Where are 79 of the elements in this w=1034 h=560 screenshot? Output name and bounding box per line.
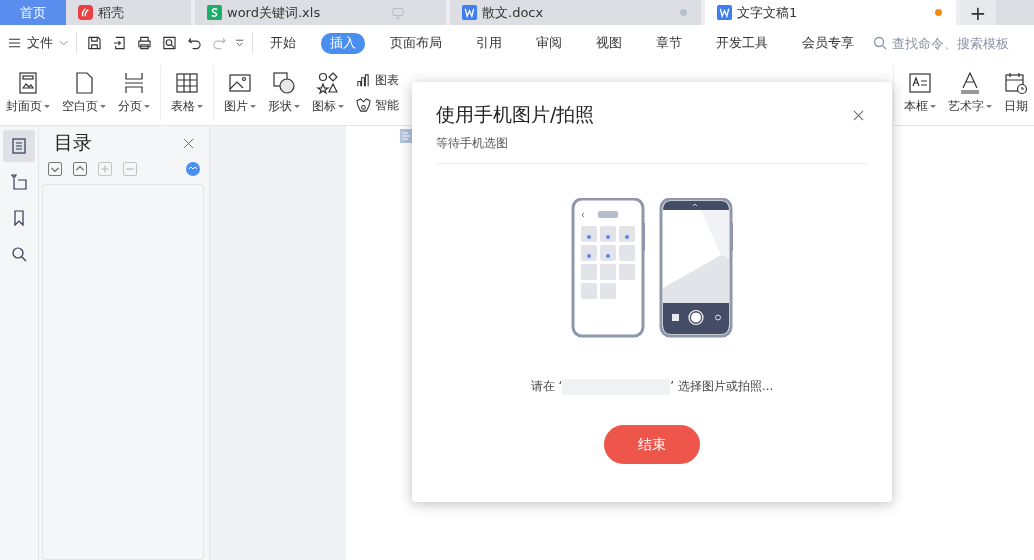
ribbon-label: 日期 (1004, 98, 1028, 115)
close-icon[interactable] (853, 109, 864, 121)
smart-outline-icon[interactable] (186, 162, 200, 176)
word-art-icon (958, 71, 982, 95)
chevron-down-icon[interactable] (234, 38, 245, 48)
text-box-icon (908, 71, 932, 95)
undo-icon[interactable] (186, 35, 202, 51)
ribbon-label: 图片 (224, 98, 256, 115)
export-icon[interactable] (112, 35, 128, 51)
outline-title: 目录 (54, 130, 92, 155)
ribbon-tab[interactable]: 视图 (587, 32, 631, 54)
ribbon-label: 本框 (904, 98, 936, 115)
search-icon (10, 245, 28, 263)
diagram-icon (356, 98, 371, 113)
ribbon-label: 分页 (118, 98, 150, 115)
bar-chart-icon (356, 73, 371, 88)
symbols-icon (316, 71, 340, 95)
document-tab[interactable]: 文字文稿1 (705, 0, 960, 25)
menu-icon[interactable] (8, 36, 22, 50)
ribbon-button[interactable]: 图片 (218, 61, 262, 125)
ribbon-label: 空白页 (62, 98, 106, 115)
expand-button[interactable] (48, 162, 62, 176)
table-icon (175, 71, 199, 95)
ribbon-tab[interactable]: 开发工具 (707, 32, 777, 54)
ribbon-button[interactable]: 图表 (356, 72, 399, 89)
navigation-icon (10, 173, 28, 191)
ribbon-button[interactable]: 分页 (112, 61, 156, 125)
ribbon-tab[interactable]: 页面布局 (381, 32, 451, 54)
ribbon-label: 艺术字 (948, 98, 992, 115)
chevron-down-icon[interactable] (59, 38, 69, 48)
instruction-text: ’ 选择图片或拍照... (670, 378, 774, 395)
ribbon-tab[interactable]: 会员专享 (793, 32, 863, 54)
image-icon (228, 71, 252, 95)
ribbon-label: 图标 (312, 98, 344, 115)
document-icon (462, 5, 477, 20)
cover-page-icon (16, 71, 40, 95)
ribbon-tab[interactable]: 审阅 (527, 32, 571, 54)
ribbon-button[interactable]: 图标 (306, 61, 350, 125)
outline-button[interactable] (3, 130, 35, 162)
monitor-icon (392, 6, 404, 19)
ribbon-button[interactable]: 空白页 (56, 61, 112, 125)
ribbon-button[interactable]: 形状 (262, 61, 306, 125)
ribbon-label: 封面页 (6, 98, 50, 115)
ribbon-button[interactable]: 表格 (165, 61, 209, 125)
command-search-field[interactable]: 查找命令、搜索模板 (873, 34, 1034, 52)
tab-label: 首页 (20, 3, 46, 22)
tab-label: 文字文稿1 (737, 3, 799, 22)
dialog-title: 使用手机图片/拍照 (436, 102, 595, 127)
tab-label: 稻壳 (98, 3, 125, 22)
page-break-icon (122, 71, 146, 95)
document-icon (717, 5, 732, 20)
plus-icon (99, 163, 111, 175)
ribbon-button[interactable]: 艺术字 (942, 61, 998, 125)
instruction-text: 请在 ‘ (530, 378, 563, 395)
file-menu[interactable]: 文件 (27, 34, 54, 52)
ribbon-button[interactable]: 封面页 (0, 61, 56, 125)
close-icon[interactable] (183, 137, 194, 149)
print-icon[interactable] (137, 35, 152, 51)
save-icon[interactable] (87, 35, 103, 51)
ribbon-button[interactable]: 智能 (356, 97, 399, 114)
ribbon-tab[interactable]: 章节 (647, 32, 691, 54)
ribbon-label: 表格 (171, 98, 203, 115)
docer-logo-icon (78, 5, 93, 20)
dialog-subtitle: 等待手机选图 (436, 136, 509, 151)
calendar-icon (1004, 71, 1028, 95)
shapes-icon (272, 71, 296, 95)
collapse-button[interactable] (73, 162, 87, 176)
new-tab-button[interactable]: + (960, 0, 996, 25)
ribbon-label: 形状 (268, 98, 300, 115)
search-icon (873, 36, 887, 50)
ribbon-button[interactable]: 日期 (998, 61, 1034, 125)
preview-icon[interactable] (162, 35, 177, 51)
tab-label: 散文.docx (482, 3, 545, 22)
outline-icon (10, 137, 28, 155)
ribbon-tab[interactable]: 开始 (261, 32, 305, 54)
tab-label: word关键词.xls (227, 3, 322, 22)
ribbon-button[interactable]: 本框 (898, 61, 942, 125)
spreadsheet-icon (207, 5, 222, 20)
ribbon-tab[interactable]: 引用 (467, 32, 511, 54)
